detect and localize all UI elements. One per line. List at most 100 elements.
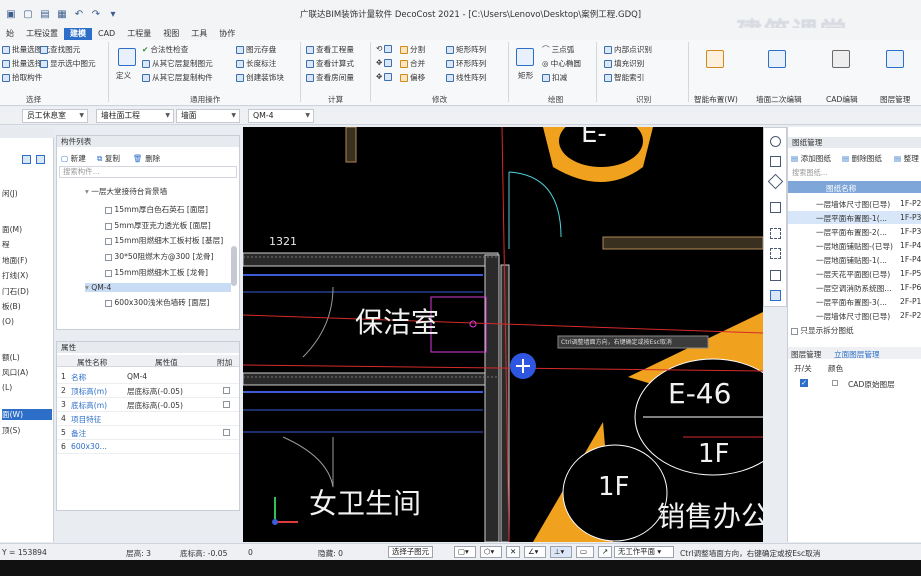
property-row[interactable]: 1 名称 QM-4 [57, 370, 239, 384]
snap-angle-button[interactable]: ∠▾ [524, 546, 546, 558]
component-item[interactable]: 30*50阻燃木方@300 [龙骨] [105, 251, 214, 262]
component-item[interactable]: 15mm阻燃细木工板 [龙骨] [105, 267, 208, 278]
tab-layer-mgmt[interactable]: 图层管理 [791, 349, 821, 360]
menu-tab-6[interactable]: 工具 [185, 28, 213, 40]
smart-layout-icon[interactable] [706, 50, 724, 68]
menu-tab-5[interactable]: 视图 [157, 28, 185, 40]
new-file-icon[interactable]: ▢ [22, 8, 34, 20]
component-search-input[interactable]: 搜索构件... [59, 166, 237, 178]
layer-mgmt-icon[interactable] [886, 50, 904, 68]
property-value[interactable]: 层底标高(-0.05) [127, 400, 183, 411]
ribbon-legality-check[interactable]: ✔ 合法性检查 [142, 44, 188, 55]
grid-view-icon[interactable] [36, 155, 45, 164]
polar-button[interactable]: ▭ [576, 546, 594, 558]
component-item[interactable]: 5mm厚亚克力透光板 [面层] [105, 220, 211, 231]
drawing-canvas[interactable]: 1321 保洁室 女卫生间 销售办公室 E-46 1F 1F E- Ctrl调整… [243, 127, 763, 542]
ribbon-view-quantity[interactable]: 查看工程量 [306, 44, 354, 55]
new-component-button[interactable]: ▢ 新建 [61, 153, 86, 164]
left-nav-item[interactable]: 闲(J) [2, 188, 18, 199]
cad-edit-button[interactable]: CAD编辑 [826, 94, 858, 105]
ribbon-smart-index[interactable]: 智能索引 [604, 72, 644, 83]
left-nav-item[interactable]: (L) [2, 383, 12, 392]
ribbon-inner-point-identify[interactable]: 内部点识别 [604, 44, 652, 55]
layer-color-swatch[interactable] [832, 380, 838, 386]
category-select[interactable]: 墙柱面工程 ▼ [96, 109, 174, 123]
rectangle-draw-icon[interactable] [516, 48, 534, 66]
ribbon-create-block[interactable]: 创建装饰块 [236, 72, 284, 83]
drawing-row[interactable]: 一层空调消防系统图... 1F-P6 [788, 281, 921, 294]
drawing-row[interactable]: 一层平面布置图-1(... 1F-P3 [788, 211, 921, 224]
delete-drawing-button[interactable]: ▤ 删除图纸 [842, 153, 882, 164]
component-group[interactable]: ▾ 一层大堂接待台背景墙 [85, 186, 167, 197]
ribbon-modify-tools-3[interactable]: ✥ [376, 72, 393, 81]
left-nav-item[interactable]: 打线(X) [2, 270, 28, 281]
property-row[interactable]: 5 备注 [57, 426, 239, 440]
ribbon-three-point-arc[interactable]: ⌒ 三点弧 [542, 44, 574, 55]
smart-layout-button[interactable]: 智能布置(W) [694, 94, 738, 105]
ribbon-center-ellipse[interactable]: ◎ 中心椭圆 [542, 58, 581, 69]
ribbon-fill-identify[interactable]: 填充识别 [604, 58, 644, 69]
ribbon-view-formula[interactable]: 查看计算式 [306, 58, 354, 69]
ribbon-pick-component[interactable]: 拾取构件 [2, 72, 42, 83]
left-nav-item[interactable]: 顶(S) [2, 425, 20, 436]
rectangle-draw-button[interactable]: 矩形 [518, 70, 533, 81]
left-nav-item[interactable]: 门石(D) [2, 286, 29, 297]
floor-select[interactable]: 员工休息室 ▼ [22, 109, 88, 123]
list-view-icon[interactable] [22, 155, 31, 164]
menu-tab-0[interactable]: 始 [0, 28, 20, 40]
drawing-row[interactable]: 一层天花平面图(已导) 1F-P5 [788, 267, 921, 280]
property-value[interactable]: 层底标高(-0.05) [127, 386, 183, 397]
layer-mgmt-button[interactable]: 图层管理 [880, 94, 910, 105]
menu-tab-3[interactable]: CAD [92, 28, 121, 40]
component-group[interactable]: ▾ QM-4 [85, 283, 231, 292]
left-nav-item[interactable]: 板(B) [2, 301, 21, 312]
component-item[interactable]: 15mm阻燃细木工板衬板 [基层] [105, 235, 223, 246]
redo-icon[interactable]: ↷ [90, 8, 102, 20]
pan-icon[interactable] [770, 156, 781, 167]
menu-tab-1[interactable]: 工程设置 [20, 28, 64, 40]
ribbon-ring-array[interactable]: 环形阵列 [446, 58, 486, 69]
tab-elevation-layer[interactable]: 立面图层管理 [834, 349, 880, 360]
app-logo-icon[interactable]: ▣ [5, 8, 17, 20]
property-row[interactable]: 2 顶标高(m) 层底标高(-0.05) [57, 384, 239, 398]
cube-icon[interactable] [767, 173, 784, 190]
layer-visible-checkbox[interactable]: ✓ [800, 379, 808, 387]
define-button[interactable]: 定义 [116, 70, 131, 81]
ribbon-modify-tools-1[interactable]: ⟲ [376, 44, 393, 53]
open-folder-icon[interactable]: ▤ [39, 8, 51, 20]
property-row[interactable]: 6 600x30... [57, 440, 239, 454]
layer-cad-original[interactable]: CAD原始图层 [848, 379, 895, 390]
organize-drawing-button[interactable]: ▤ 整理 [894, 153, 919, 164]
undo-icon[interactable]: ↶ [73, 8, 85, 20]
left-nav-item[interactable]: 额(L) [2, 352, 20, 363]
ribbon-rect-array[interactable]: 矩形阵列 [446, 44, 486, 55]
snap-cross-button[interactable]: ✕ [506, 546, 520, 558]
menu-tab-4[interactable]: 工程量 [121, 28, 157, 40]
drawing-search-input[interactable]: 搜索图纸... [790, 167, 918, 178]
wall-second-edit-button[interactable]: 墙面二次编辑 [756, 94, 802, 105]
drawing-row[interactable]: 一层地面铺贴图-1(... 1F-P4 [788, 253, 921, 266]
ribbon-length-dim[interactable]: 长度标注 [236, 58, 276, 69]
left-nav-item[interactable]: 面(W) [2, 409, 52, 420]
snap-cube-button[interactable]: ⬡▾ [480, 546, 502, 558]
left-nav-item[interactable]: (O) [2, 317, 14, 326]
drawing-row[interactable]: 一层墙体尺寸图(已导) 1F-P2 [788, 197, 921, 210]
property-value[interactable]: QM-4 [127, 372, 147, 381]
ribbon-batch-choose[interactable]: 批量选择 [2, 58, 42, 69]
property-row[interactable]: 3 底标高(m) 层底标高(-0.05) [57, 398, 239, 412]
type-select[interactable]: 墙面 ▼ [176, 109, 240, 123]
ribbon-copy-component[interactable]: 从其它层复制构件 [142, 72, 213, 83]
copy-component-button[interactable]: ⧉ 复制 [97, 153, 120, 164]
drawing-row[interactable]: 一层平面布置图-2(... 1F-P3 [788, 225, 921, 238]
select-sub-element-button[interactable]: 选择子图元 [388, 546, 433, 558]
ribbon-element-save[interactable]: 图元存盘 [236, 44, 276, 55]
view-box-icon[interactable] [770, 202, 781, 213]
left-nav-item[interactable]: 风口(A) [2, 367, 28, 378]
settings-view-icon[interactable] [770, 290, 781, 301]
ribbon-deduct[interactable]: 扣减 [542, 72, 567, 83]
property-extra-checkbox[interactable] [223, 387, 230, 394]
component-item[interactable]: 15mm厚白色石英石 [面层] [105, 204, 208, 215]
wall-edit-icon[interactable] [768, 50, 786, 68]
dyn-input-button[interactable]: ↗ [598, 546, 612, 558]
more-icon[interactable]: ▾ [107, 8, 119, 20]
